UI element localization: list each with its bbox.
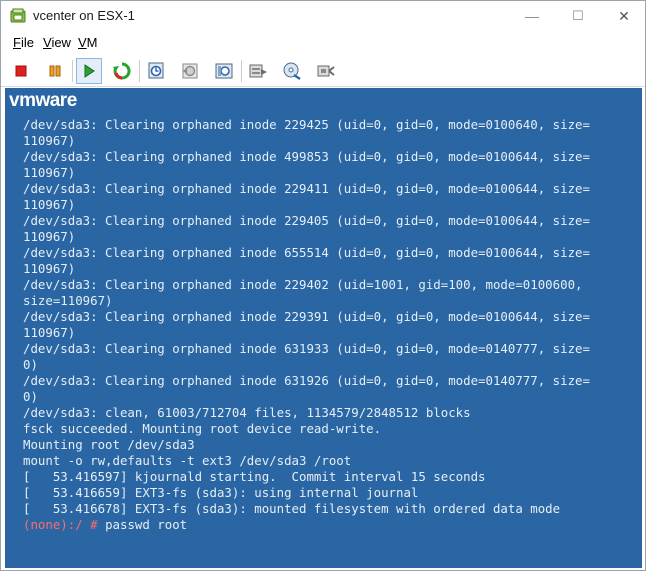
terminal-line: Mounting root /dev/sda3 — [23, 437, 195, 452]
toolbar — [1, 56, 645, 87]
menu-vm[interactable]: VM — [78, 35, 98, 50]
play-icon — [84, 64, 95, 78]
terminal-line: mount -o rw,defaults -t ext3 /dev/sda3 /… — [23, 453, 352, 468]
reset-icon — [113, 62, 131, 80]
terminal-line: 110967) — [23, 325, 76, 340]
terminal-line: /dev/sda3: Clearing orphaned inode 63192… — [23, 373, 590, 388]
terminal-line: /dev/sda3: Clearing orphaned inode 49985… — [23, 149, 590, 164]
terminal-line: 110967) — [23, 261, 76, 276]
vmware-logo: vmware — [9, 90, 77, 111]
snapshot-manager-button[interactable] — [211, 58, 237, 84]
network-button[interactable] — [313, 58, 339, 84]
terminal-line: [ 53.416659] EXT3-fs (sda3): using inter… — [23, 485, 419, 500]
minimize-button[interactable]: — — [509, 1, 555, 31]
terminal-line: 110967) — [23, 197, 76, 212]
snapshot-manager-icon — [215, 63, 233, 79]
pause-icon — [49, 65, 61, 77]
terminal-line: size=110967) — [23, 293, 113, 308]
terminal-line: /dev/sda3: Clearing orphaned inode 22940… — [23, 277, 583, 292]
terminal-line: /dev/sda3: Clearing orphaned inode 22940… — [23, 213, 590, 228]
toolbar-separator — [241, 60, 242, 82]
terminal-output: /dev/sda3: Clearing orphaned inode 22942… — [23, 117, 634, 533]
typed-command: passwd root — [97, 517, 188, 532]
cd-dvd-icon — [283, 62, 301, 80]
maximize-button[interactable]: ☐ — [555, 1, 601, 31]
stop-icon — [15, 65, 27, 77]
close-button[interactable]: ✕ — [601, 1, 647, 31]
revert-snapshot-button[interactable] — [177, 58, 203, 84]
power-off-button[interactable] — [8, 58, 34, 84]
send-ctrl-alt-del-icon — [249, 64, 267, 78]
minimize-icon: — — [525, 8, 539, 24]
maximize-icon: ☐ — [572, 8, 584, 23]
terminal-line: 0) — [23, 357, 38, 372]
terminal-line: /dev/sda3: Clearing orphaned inode 22942… — [23, 117, 590, 132]
suspend-button[interactable] — [42, 58, 68, 84]
vm-console-screen[interactable]: vmware /dev/sda3: Clearing orphaned inod… — [5, 88, 642, 568]
terminal-line: 110967) — [23, 165, 76, 180]
network-icon — [317, 65, 335, 77]
toolbar-separator — [139, 60, 140, 82]
vsphere-app-icon — [10, 8, 26, 24]
terminal-prompt-line[interactable]: (none):/ # passwd root — [23, 517, 634, 533]
terminal-line: fsck succeeded. Mounting root device rea… — [23, 421, 382, 436]
window-title: vcenter on ESX-1 — [33, 8, 135, 23]
terminal-line: 110967) — [23, 133, 76, 148]
toolbar-separator — [72, 60, 73, 82]
send-ctrl-alt-del-button[interactable] — [245, 58, 271, 84]
terminal-line: 0) — [23, 389, 38, 404]
terminal-line: /dev/sda3: Clearing orphaned inode 22941… — [23, 181, 590, 196]
snapshot-icon — [148, 62, 164, 79]
terminal-line: /dev/sda3: Clearing orphaned inode 22939… — [23, 309, 590, 324]
terminal-line: /dev/sda3: Clearing orphaned inode 65551… — [23, 245, 590, 260]
vmware-console-window: vcenter on ESX-1 — ☐ ✕ File View VM vmwa… — [0, 0, 646, 571]
title-bar[interactable]: vcenter on ESX-1 — ☐ ✕ — [1, 1, 645, 31]
terminal-line: /dev/sda3: Clearing orphaned inode 63193… — [23, 341, 590, 356]
menu-view[interactable]: View — [43, 35, 71, 50]
shell-prompt: (none):/ # — [23, 517, 98, 532]
reset-button[interactable] — [109, 58, 135, 84]
terminal-line: /dev/sda3: clean, 61003/712704 files, 11… — [23, 405, 471, 420]
terminal-line: 110967) — [23, 229, 76, 244]
menu-file[interactable]: File — [13, 35, 34, 50]
revert-snapshot-icon — [182, 63, 198, 79]
power-on-button[interactable] — [76, 58, 102, 84]
cd-dvd-button[interactable] — [279, 58, 305, 84]
close-icon: ✕ — [618, 7, 630, 24]
menu-bar: File View VM — [1, 33, 645, 53]
terminal-line: [ 53.416678] EXT3-fs (sda3): mounted fil… — [23, 501, 561, 516]
terminal-line: [ 53.416597] kjournald starting. Commit … — [23, 469, 486, 484]
take-snapshot-button[interactable] — [143, 58, 169, 84]
